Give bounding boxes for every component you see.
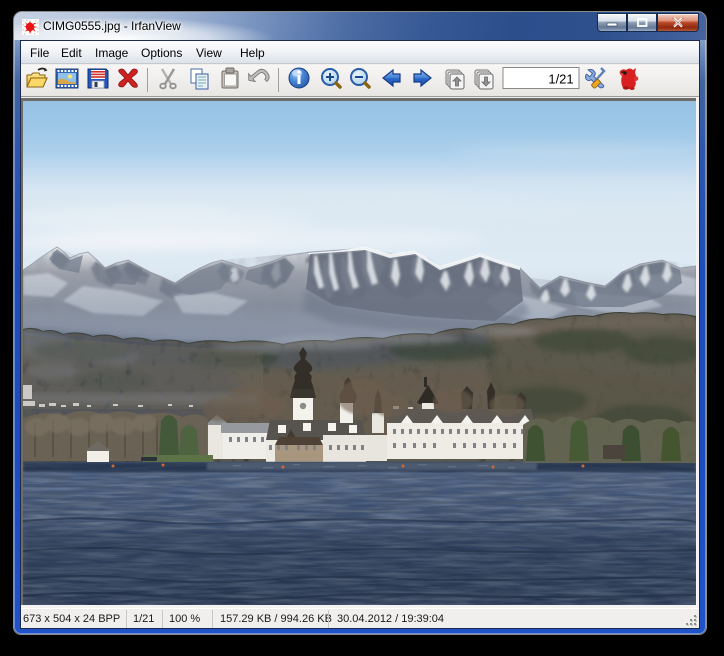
svg-text:1/21: 1/21 <box>548 72 573 87</box>
